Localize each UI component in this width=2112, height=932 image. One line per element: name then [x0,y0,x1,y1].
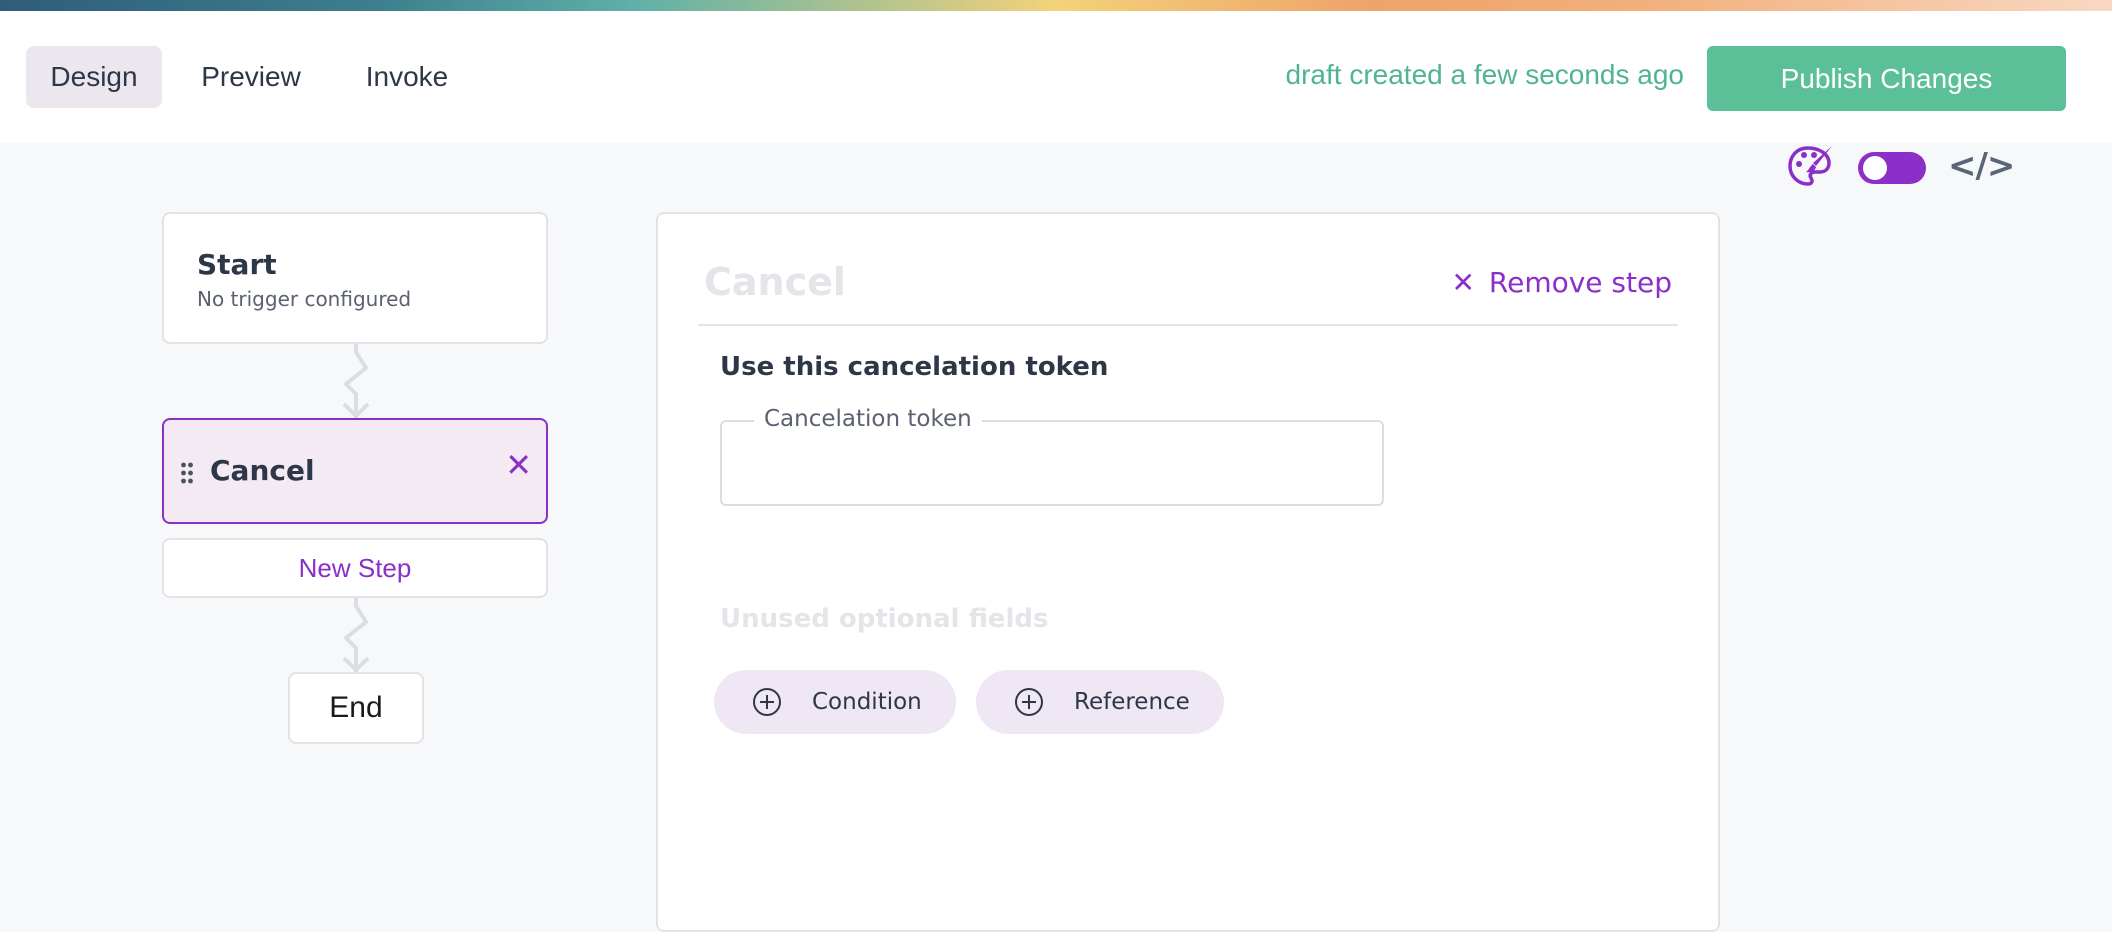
flow-connector [342,344,370,418]
add-reference-button[interactable]: Reference [976,670,1224,734]
close-icon[interactable]: ✕ [505,446,532,484]
pill-label: Reference [1074,689,1190,715]
step-node-cancel[interactable]: Cancel ✕ [162,418,548,524]
draft-status: draft created a few seconds ago [1285,59,1684,90]
palette-icon[interactable] [1786,142,1834,190]
view-toggle[interactable] [1858,152,1926,184]
start-title: Start [197,248,277,281]
start-subtitle: No trigger configured [197,287,412,311]
remove-step-label: Remove step [1488,266,1672,299]
tab-preview[interactable]: Preview [180,46,322,108]
plus-circle-icon [753,688,781,716]
close-icon: ✕ [1451,266,1475,299]
plus-circle-icon [1015,688,1043,716]
flow-connector [342,598,370,672]
end-node[interactable]: End [288,672,424,744]
new-step-button[interactable]: New Step [162,538,548,598]
tab-invoke[interactable]: Invoke [344,46,470,108]
publish-changes-button[interactable]: Publish Changes [1707,46,2066,111]
step-title: Cancel [210,454,315,487]
unused-optional-fields-label: Unused optional fields [720,604,1049,634]
section-heading: Use this cancelation token [720,352,1109,382]
remove-step-button[interactable]: ✕ Remove step [1451,266,1672,299]
step-details-panel: Cancel ✕ Remove step Use this cancelation… [656,212,1720,932]
pill-label: Condition [812,689,922,715]
top-header: Design Preview Invoke draft created a fe… [0,11,2112,143]
brand-stripe [0,0,2112,11]
tab-design[interactable]: Design [26,46,162,108]
divider [698,324,1678,326]
start-node[interactable]: Start No trigger configured [162,212,548,344]
code-icon[interactable]: </> [1948,146,2015,186]
drag-handle-icon[interactable] [180,462,194,484]
add-condition-button[interactable]: Condition [714,670,956,734]
cancelation-token-input[interactable]: Cancelation token [720,406,1384,506]
panel-title: Cancel [704,260,846,304]
cancelation-token-label: Cancelation token [754,406,982,432]
